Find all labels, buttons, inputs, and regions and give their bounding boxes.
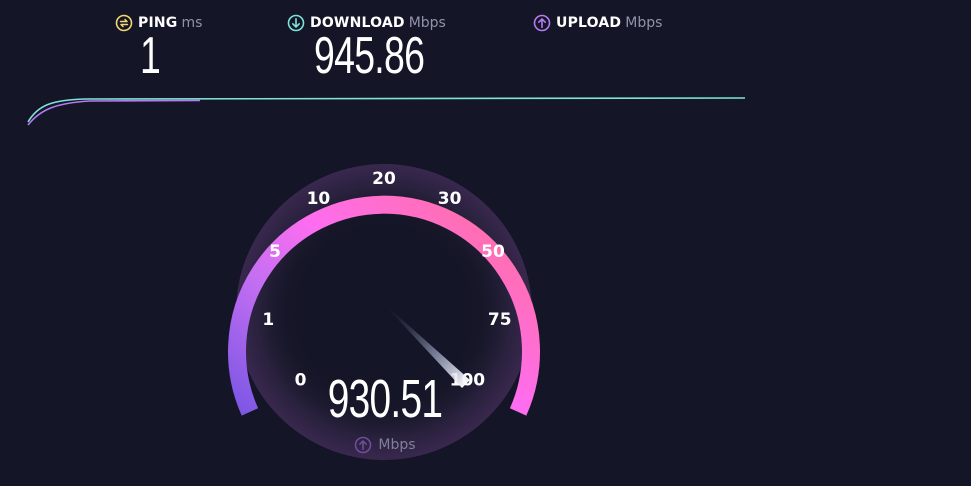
gauge-tick-label: 50 [481,242,505,262]
speedtest-screen: PING ms 1 DOWNLOAD Mbps 945.86 UPLOAD Mb… [0,0,971,486]
upload-arrow-icon [355,436,372,454]
gauge-tick-label: 10 [307,189,331,209]
gauge-tick-label: 1 [262,310,274,330]
gauge-tick-label: 5 [269,242,281,262]
speed-gauge: 0151020305075100 [228,164,540,460]
gauge-tick-label: 30 [438,189,462,209]
gauge-tick-label: 20 [372,169,396,189]
gauge-unit: Mbps [335,436,435,454]
gauge-speed-value: 930.51 [327,369,443,429]
gauge-tick-label: 75 [488,310,512,330]
gauge-tick-label: 0 [295,370,307,390]
gauge-unit-label: Mbps [378,437,416,453]
